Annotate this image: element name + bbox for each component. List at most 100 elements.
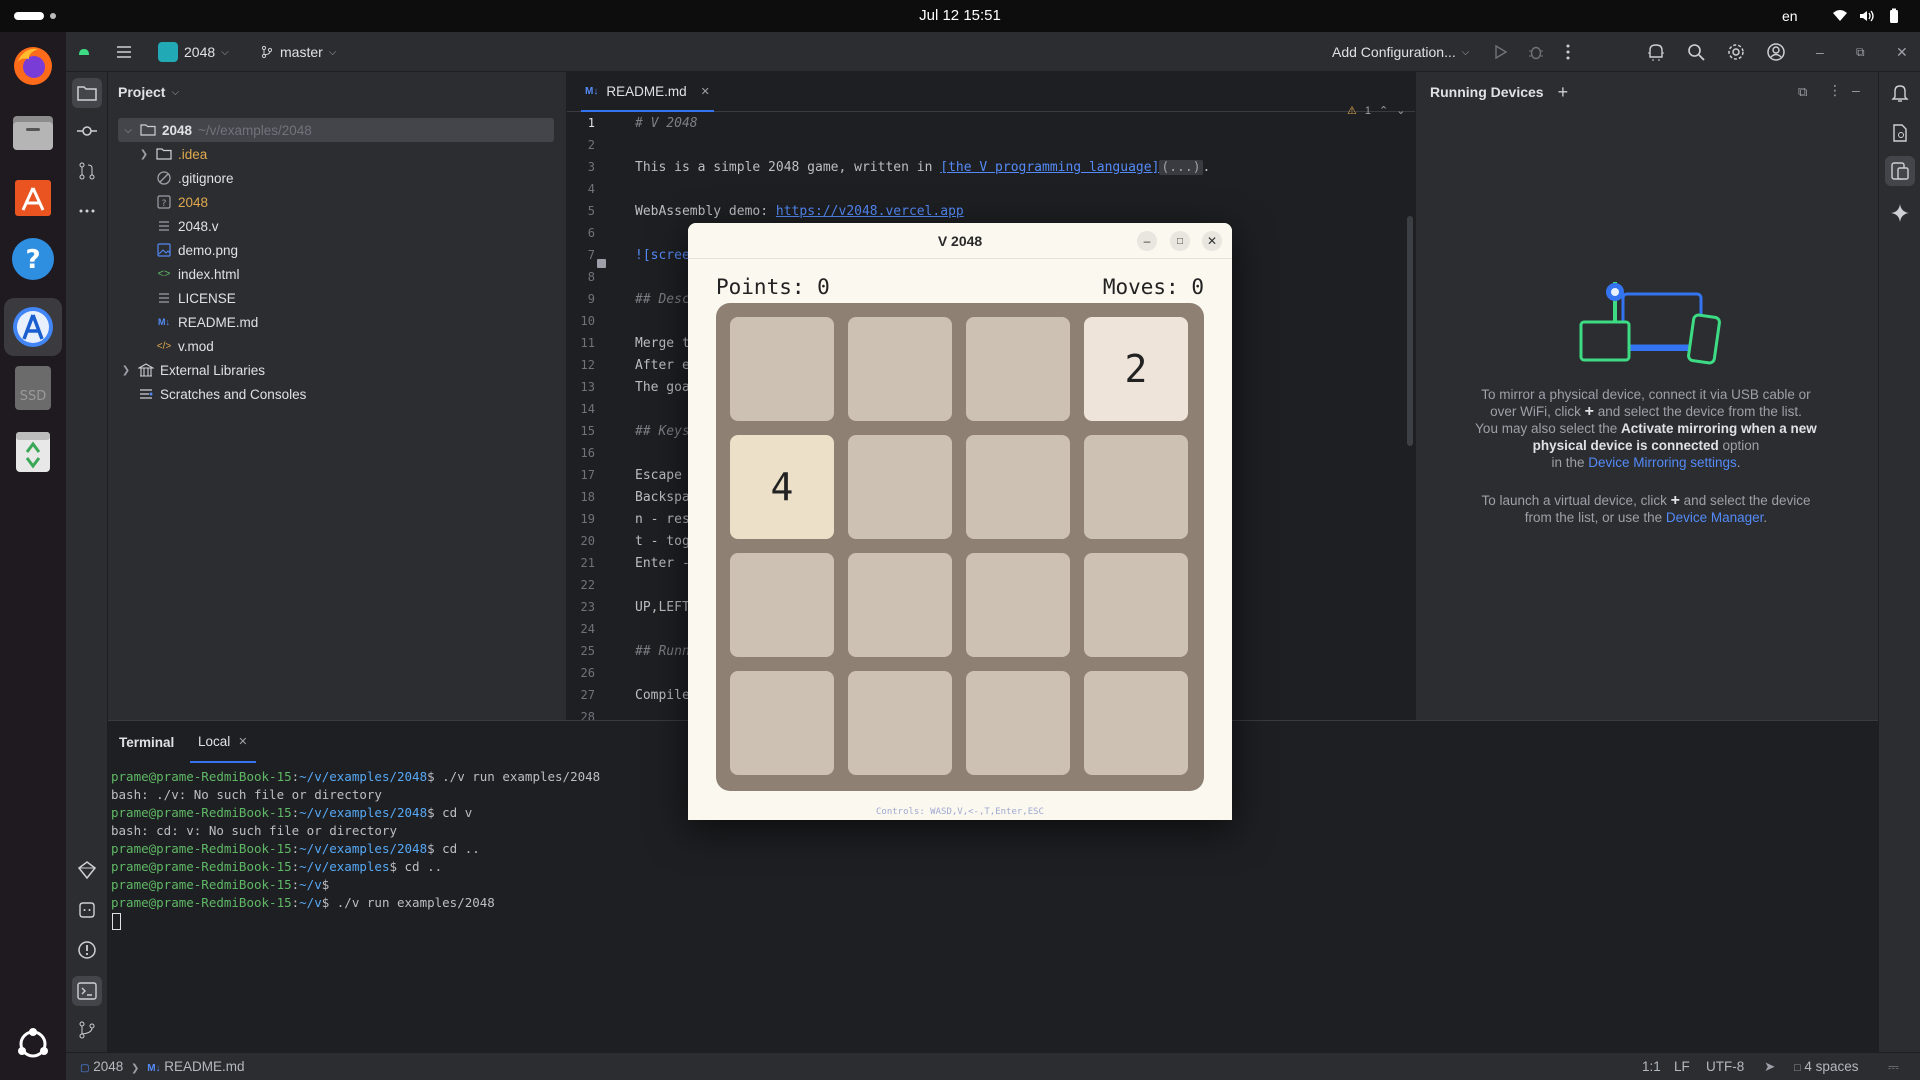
- folded-url[interactable]: (...): [1159, 160, 1203, 175]
- tree-item-index-html[interactable]: <> index.html: [156, 262, 240, 286]
- tree-item-2048-v[interactable]: 2048.v: [156, 214, 219, 238]
- project-tool-window: Project ⌵ ⌵ 2048 ~/v/examples/2048 ❯ .id…: [108, 72, 567, 720]
- minimize-icon[interactable]: –: [1137, 231, 1157, 251]
- device-manager-link[interactable]: Device Manager: [1666, 510, 1764, 525]
- branch-selector[interactable]: master ⌵: [260, 32, 336, 72]
- restore-window-icon[interactable]: ⧉: [1856, 32, 1865, 72]
- run-configuration-selector[interactable]: Add Configuration... ⌵: [1332, 32, 1469, 72]
- open-in-window-icon[interactable]: ⧉: [1798, 84, 1807, 100]
- wifi-icon[interactable]: [1832, 8, 1848, 24]
- notifications-bell-icon[interactable]: [1889, 82, 1911, 104]
- code-style-icon[interactable]: ➤: [1764, 1053, 1775, 1080]
- code-comment: ## Keys: [635, 424, 690, 439]
- tree-item-gitignore[interactable]: .gitignore: [156, 166, 234, 190]
- tree-item-scratches[interactable]: Scratches and Consoles: [138, 382, 306, 406]
- line-number: 15: [580, 424, 595, 438]
- empty-tile: [848, 317, 952, 421]
- project-tool-icon[interactable]: [72, 78, 102, 108]
- fold-marker-icon[interactable]: [597, 259, 606, 268]
- read-only-toggle-icon[interactable]: ⎓: [1888, 1053, 1899, 1080]
- code-line: n - res: [635, 512, 690, 527]
- gradle-icon[interactable]: [76, 859, 98, 881]
- files-icon[interactable]: [11, 110, 55, 154]
- tree-item-2048-binary[interactable]: ? 2048: [156, 190, 208, 214]
- debug-icon[interactable]: [1526, 42, 1546, 62]
- show-apps-icon[interactable]: [11, 1022, 55, 1066]
- terminal-tab-local[interactable]: Local ✕: [190, 721, 256, 763]
- tree-item-readme[interactable]: M↓ README.md: [156, 310, 258, 334]
- running-devices-panel: Running Devices + ⧉ ⋮ – To mirror a phys…: [1415, 72, 1878, 720]
- text-file-icon: [159, 293, 169, 303]
- hide-panel-icon[interactable]: –: [1852, 82, 1860, 98]
- settings-gear-icon[interactable]: [1726, 42, 1746, 62]
- indent-settings[interactable]: □ 4 spaces: [1794, 1053, 1858, 1080]
- close-icon[interactable]: ✕: [1202, 231, 1222, 251]
- file-encoding[interactable]: UTF-8: [1706, 1053, 1744, 1080]
- prompt-path: ~/v/examples/2048: [299, 841, 428, 856]
- firefox-icon[interactable]: [11, 44, 55, 88]
- keyboard-language[interactable]: en: [1782, 0, 1798, 32]
- virtual-device-instructions: To launch a virtual device, click + and …: [1456, 492, 1836, 526]
- chevron-right-icon[interactable]: ❯: [120, 365, 132, 376]
- breadcrumb-project[interactable]: 2048: [93, 1059, 123, 1074]
- chevron-right-icon[interactable]: ❯: [138, 149, 150, 160]
- device-manager-icon[interactable]: [1646, 42, 1666, 62]
- running-devices-tool-icon[interactable]: [1885, 156, 1915, 186]
- system-clock[interactable]: Jul 12 15:51: [0, 0, 1920, 32]
- maximize-icon[interactable]: □: [1170, 231, 1190, 251]
- pull-requests-icon[interactable]: [76, 160, 98, 182]
- android-studio-icon[interactable]: [4, 298, 62, 356]
- tree-item-license[interactable]: LICENSE: [156, 286, 236, 310]
- ssd-drive-icon[interactable]: SSD: [11, 366, 55, 410]
- device-file-explorer-icon[interactable]: [1889, 122, 1911, 144]
- code-link[interactable]: [the V programming language]: [940, 160, 1159, 175]
- tree-item-idea[interactable]: ❯ .idea: [138, 142, 207, 166]
- tree-root-node[interactable]: ⌵ 2048 ~/v/examples/2048: [118, 118, 554, 142]
- commit-tool-icon[interactable]: [76, 120, 98, 142]
- problems-icon[interactable]: [76, 939, 98, 961]
- minimize-window-icon[interactable]: –: [1816, 32, 1824, 72]
- close-window-icon[interactable]: ✕: [1896, 32, 1908, 72]
- logcat-icon[interactable]: [76, 899, 98, 921]
- line-number: 14: [580, 402, 595, 416]
- editor-scrollbar[interactable]: [1407, 216, 1413, 446]
- volume-icon[interactable]: [1858, 8, 1874, 24]
- game-board[interactable]: 24: [716, 303, 1204, 791]
- search-icon[interactable]: [1686, 42, 1706, 62]
- line-separator[interactable]: LF: [1674, 1053, 1690, 1080]
- code-link[interactable]: https://v2048.vercel.app: [776, 204, 964, 219]
- gemini-sparkle-icon[interactable]: [1889, 202, 1911, 224]
- device-mirroring-settings-link[interactable]: Device Mirroring settings: [1588, 455, 1737, 470]
- project-selector[interactable]: 2048 ⌵: [158, 32, 229, 72]
- more-tools-icon[interactable]: [76, 200, 98, 222]
- trash-icon[interactable]: [11, 430, 55, 474]
- line-number: 18: [580, 490, 595, 504]
- editor-tab-readme[interactable]: M↓ README.md ✕: [581, 72, 714, 112]
- more-actions-icon[interactable]: [1558, 42, 1578, 62]
- game-title-bar[interactable]: V 2048 – □ ✕: [688, 223, 1232, 259]
- app-center-icon[interactable]: [11, 174, 55, 218]
- run-icon[interactable]: [1490, 42, 1510, 62]
- close-tab-icon[interactable]: ✕: [238, 735, 247, 748]
- code-line: After e: [635, 358, 690, 373]
- tree-item-v-mod[interactable]: </> v.mod: [156, 334, 214, 358]
- line-number: 19: [580, 512, 595, 526]
- project-panel-header[interactable]: Project ⌵: [108, 72, 566, 112]
- chevron-down-icon[interactable]: ⌵: [122, 125, 134, 136]
- terminal-tool-icon[interactable]: [72, 976, 102, 1006]
- code-comment: ## Runn: [635, 644, 690, 659]
- add-device-icon[interactable]: +: [1558, 82, 1569, 103]
- instruction-text: To launch a virtual device, click: [1481, 493, 1671, 508]
- account-icon[interactable]: [1766, 42, 1786, 62]
- tree-item-external-libraries[interactable]: ❯ External Libraries: [120, 358, 265, 382]
- tree-item-demo-png[interactable]: demo.png: [156, 238, 238, 262]
- caret-position[interactable]: 1:1: [1642, 1053, 1661, 1080]
- git-tool-icon[interactable]: [76, 1019, 98, 1041]
- panel-options-icon[interactable]: ⋮: [1828, 82, 1842, 99]
- breadcrumb-file[interactable]: README.md: [164, 1059, 244, 1074]
- battery-icon[interactable]: [1886, 8, 1902, 24]
- line-number: 3: [587, 160, 595, 174]
- close-tab-icon[interactable]: ✕: [701, 85, 710, 98]
- main-menu-icon[interactable]: [114, 42, 134, 62]
- help-icon[interactable]: ?: [11, 237, 55, 281]
